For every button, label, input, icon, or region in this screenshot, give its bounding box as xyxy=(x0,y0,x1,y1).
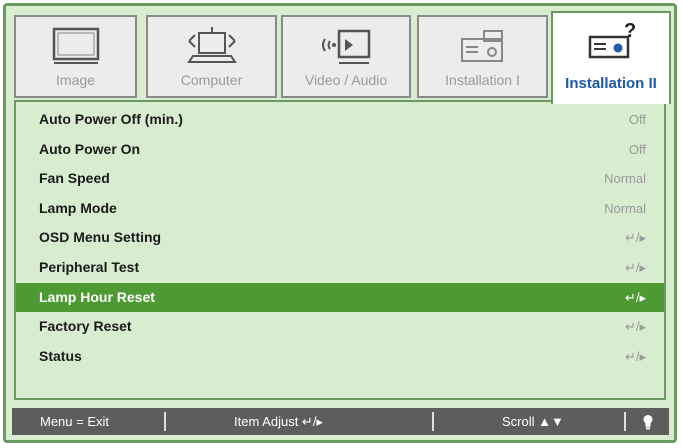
menu-item-label: Status xyxy=(39,347,82,364)
item-adjust-hint: Item Adjust ↵/▸ xyxy=(234,414,323,429)
computer-icon xyxy=(186,27,237,63)
menu-item-label: OSD Menu Setting xyxy=(39,229,162,246)
menu-item-value: ↵/▸ xyxy=(624,259,646,275)
tab-label: Computer xyxy=(180,72,243,88)
menu-item-auto-power-off[interactable]: Auto Power Off (min.) Off xyxy=(16,105,664,135)
menu-item-value: Normal xyxy=(604,200,646,216)
menu-item-value: ↵/▸ xyxy=(624,289,646,305)
status-divider xyxy=(164,412,166,431)
menu-item-label: Auto Power Off (min.) xyxy=(39,111,183,127)
menu-item-value: ↵/▸ xyxy=(624,319,646,335)
menu-item-fan-speed[interactable]: Fan Speed Normal xyxy=(16,164,664,194)
tab-label: Image xyxy=(56,72,95,88)
menu-item-label: Fan Speed xyxy=(39,170,110,187)
menu-item-lamp-hour-reset[interactable]: Lamp Hour Reset ↵/▸ xyxy=(16,282,664,313)
tab-installation-ii[interactable]: ? Installation II xyxy=(551,11,671,104)
menu-item-lamp-mode[interactable]: Lamp Mode Normal xyxy=(16,194,664,224)
scroll-hint: Scroll ▲▼ xyxy=(502,414,564,429)
tab-installation-i[interactable]: Installation I xyxy=(417,15,548,98)
menu-item-label: Lamp Hour Reset xyxy=(39,288,155,305)
lightbulb-icon xyxy=(643,415,653,430)
menu-item-label: Auto Power On xyxy=(39,140,141,157)
menu-item-value: Off xyxy=(628,141,646,157)
menu-item-value: ↵/▸ xyxy=(624,348,646,364)
osd-menu: Image Computer Video / Audio Installatio… xyxy=(3,3,677,443)
tab-image[interactable]: Image xyxy=(14,15,137,98)
menu-item-factory-reset[interactable]: Factory Reset ↵/▸ xyxy=(16,312,664,342)
menu-item-osd-menu-setting[interactable]: OSD Menu Setting ↵/▸ xyxy=(16,223,664,253)
menu-item-status[interactable]: Status ↵/▸ xyxy=(16,342,664,372)
tab-computer[interactable]: Computer xyxy=(146,15,277,98)
projector-icon xyxy=(460,30,503,62)
menu-item-label: Lamp Mode xyxy=(39,199,117,216)
menu-panel: Auto Power Off (min.) Off Auto Power On … xyxy=(14,100,666,400)
monitor-icon xyxy=(52,27,99,64)
menu-item-auto-power-on[interactable]: Auto Power On Off xyxy=(16,135,664,165)
menu-exit-hint: Menu = Exit xyxy=(40,414,110,429)
status-bar: Menu = Exit Item Adjust ↵/▸ Scroll ▲▼ xyxy=(12,408,669,435)
menu-list: Auto Power Off (min.) Off Auto Power On … xyxy=(16,105,664,371)
status-divider xyxy=(432,412,434,431)
tab-video-audio[interactable]: Video / Audio xyxy=(281,15,411,98)
menu-item-label: Factory Reset xyxy=(39,318,132,335)
tab-label: Installation II xyxy=(565,75,657,92)
tab-bar: Image Computer Video / Audio Installatio… xyxy=(6,6,674,104)
menu-item-value: ↵/▸ xyxy=(624,230,646,246)
projector-help-icon: ? xyxy=(588,21,636,59)
menu-item-value: Normal xyxy=(604,171,646,187)
menu-item-peripheral-test[interactable]: Peripheral Test ↵/▸ xyxy=(16,253,664,283)
tab-label: Installation I xyxy=(445,72,520,88)
video-audio-icon xyxy=(322,29,371,64)
svg-text:?: ? xyxy=(624,21,636,42)
menu-item-label: Peripheral Test xyxy=(39,258,140,275)
tab-label: Video / Audio xyxy=(304,72,388,88)
status-divider xyxy=(624,412,626,431)
menu-item-value: Off xyxy=(628,112,646,127)
